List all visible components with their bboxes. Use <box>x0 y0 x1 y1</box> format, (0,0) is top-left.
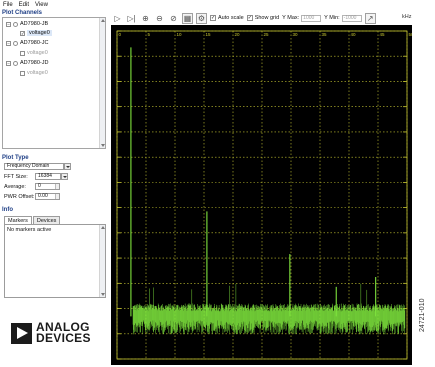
play-icon[interactable]: ▷ <box>112 13 123 24</box>
channel-row-jc-voltage0[interactable]: voltage0 <box>20 49 48 57</box>
x-tick-label: 50 <box>409 32 413 37</box>
menu-edit[interactable]: Edit <box>19 2 29 8</box>
channel-row-jd-voltage0[interactable]: voltage0 <box>20 69 48 77</box>
zoom-fit-icon[interactable]: ⊘ <box>168 13 179 24</box>
pwr-offset-spinbox[interactable]: 0.00 <box>35 193 60 200</box>
channel-label-jb: voltage0 <box>27 30 52 36</box>
collapse-icon[interactable]: − <box>6 40 11 46</box>
x-tick-label: 15 <box>206 32 212 37</box>
channel-checkbox-jb[interactable]: ✓ <box>20 30 25 36</box>
x-tick-label: 45 <box>380 32 386 37</box>
channel-row-jb-voltage0[interactable]: ✓ voltage0 <box>20 29 52 37</box>
settings-icon[interactable]: ⚙ <box>196 12 207 24</box>
markers-scrollbar[interactable] <box>99 225 105 297</box>
y-max-input[interactable]: 1000 <box>301 14 322 22</box>
plot-type-select[interactable]: Frequency Domain <box>4 163 71 170</box>
x-tick-label: 35 <box>322 32 328 37</box>
average-value: 0 <box>38 183 41 189</box>
scroll-down-icon[interactable] <box>101 293 105 296</box>
average-label: Average: <box>4 183 26 190</box>
pwr-offset-row: PWR Offset: 0.00 <box>4 193 60 200</box>
auto-scale-checkbox[interactable]: ✓ <box>210 15 216 21</box>
x-tick-label: 20 <box>235 32 241 37</box>
scroll-up-icon[interactable] <box>101 19 105 22</box>
pwr-offset-label: PWR Offset: <box>4 193 35 200</box>
y-min-input[interactable]: -1000 <box>341 14 362 22</box>
collapse-icon[interactable]: − <box>6 21 11 27</box>
channel-checkbox-jc[interactable] <box>20 50 25 56</box>
channel-label-jc: voltage0 <box>27 50 48 56</box>
zoom-in-icon[interactable]: ⊕ <box>140 13 151 24</box>
fft-plot[interactable]: 05101520253035404550 <box>111 25 412 365</box>
chevron-down-icon[interactable] <box>64 163 71 170</box>
plot-channels-title: Plot Channels <box>2 10 43 16</box>
pwr-offset-value: 0.00 <box>38 193 48 199</box>
y-max-label: Y Max: <box>282 15 300 21</box>
logo-triangle-icon <box>11 322 32 344</box>
fft-size-select[interactable]: 16384 <box>35 173 68 180</box>
spin-arrows-icon[interactable] <box>55 194 59 199</box>
device-row-jc[interactable]: − AD7980-JC <box>6 39 48 47</box>
spin-arrows-icon[interactable] <box>55 184 59 189</box>
device-row-jb[interactable]: − AD7980-JB <box>6 20 48 28</box>
show-grid-checkbox[interactable]: ✓ <box>246 15 253 21</box>
plot-type-title: Plot Type <box>2 155 29 161</box>
plot-type-value: Frequency Domain <box>7 163 50 169</box>
export-icon[interactable]: ↗ <box>364 12 376 24</box>
y-min-label: Y Min: <box>324 15 340 21</box>
y-max-field: Y Max: 1000 <box>282 14 322 22</box>
auto-scale-label: Auto scale <box>218 15 244 21</box>
markers-status-text: No markers active <box>7 227 52 233</box>
device-radio-jb[interactable] <box>13 21 18 27</box>
zoom-out-icon[interactable]: ⊖ <box>154 13 165 24</box>
logo-wordmark: ANALOG DEVICES <box>36 321 91 345</box>
analog-devices-logo: ANALOG DEVICES <box>11 321 91 345</box>
x-tick-label: 40 <box>351 32 357 37</box>
menu-view[interactable]: View <box>35 2 48 8</box>
show-grid-label: Show grid <box>254 15 280 21</box>
info-title: Info <box>2 207 13 213</box>
y-min-field: Y Min: -1000 <box>324 14 362 22</box>
fft-plot-svg[interactable]: 05101520253035404550 <box>111 25 412 365</box>
logo-line2: DEVICES <box>36 331 91 345</box>
markers-panel: No markers active <box>4 224 106 298</box>
fft-size-label: FFT Size: <box>4 173 28 180</box>
device-row-jd[interactable]: − AD7980-JD <box>6 59 48 67</box>
auto-scale-toggle[interactable]: ✓ Auto scale <box>210 15 244 21</box>
device-radio-jc[interactable] <box>13 40 18 46</box>
x-unit-label: kHz <box>402 14 412 20</box>
chevron-down-icon[interactable] <box>61 173 68 180</box>
device-radio-jd[interactable] <box>13 60 18 66</box>
scroll-down-icon[interactable] <box>101 144 105 147</box>
figure-id: 24721-010 <box>419 298 426 332</box>
channel-label-jd: voltage0 <box>27 70 48 76</box>
device-label-jb: AD7980-JB <box>20 21 49 27</box>
plot-toolbar: ▷ ▷| ⊕ ⊖ ⊘ ▦ ⚙ ✓ Auto scale ✓ Show grid … <box>110 10 410 26</box>
fft-size-row: FFT Size: 16384 <box>4 173 68 180</box>
device-label-jc: AD7980-JC <box>20 40 49 46</box>
show-grid-toggle[interactable]: ✓ Show grid <box>246 15 280 21</box>
channel-checkbox-jd[interactable] <box>20 70 25 76</box>
device-label-jd: AD7980-JD <box>20 60 49 66</box>
x-tick-label: 30 <box>293 32 299 37</box>
collapse-icon[interactable]: − <box>6 60 11 66</box>
channels-scrollbar[interactable] <box>99 18 105 148</box>
scroll-up-icon[interactable] <box>101 226 105 229</box>
average-row: Average: 0 <box>4 183 60 190</box>
x-tick-label: 10 <box>177 32 183 37</box>
plot-type-select-row: Frequency Domain <box>4 163 71 170</box>
menu-file[interactable]: File <box>3 2 13 8</box>
average-spinbox[interactable]: 0 <box>35 183 60 190</box>
step-icon[interactable]: ▷| <box>126 13 137 24</box>
x-tick-label: 25 <box>264 32 270 37</box>
fft-size-value: 16384 <box>38 173 52 179</box>
plot-channels-tree: − AD7980-JB ✓ voltage0 − AD7980-JC volta… <box>2 17 106 149</box>
grid-view-icon[interactable]: ▦ <box>182 12 193 24</box>
